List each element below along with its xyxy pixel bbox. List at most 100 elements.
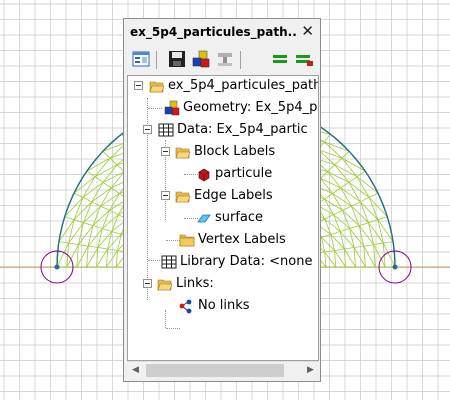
mesh-edge [356,176,370,198]
window-icon[interactable] [131,49,151,69]
tree-item-label: Block Labels [194,144,276,159]
panel-titlebar[interactable]: ex_5p4_particules_path... ✕ [124,19,320,47]
mesh-edge [109,210,119,216]
collapse-toggle[interactable] [143,279,152,288]
connector-icon[interactable] [215,49,235,69]
mesh-edge [359,201,369,223]
mesh-edge [92,225,103,229]
mesh-edge [333,210,343,216]
mesh-edge [82,176,96,198]
mesh-edge [341,151,350,159]
mesh-edge [92,210,110,226]
scroll-thumb[interactable] [146,364,284,377]
edge-label-icon [196,210,212,226]
tree-item-block-labels[interactable]: Block Labels [128,142,318,162]
mesh-edge [100,193,120,207]
mesh-edge [349,225,360,229]
mesh-edge [324,198,343,211]
collapse-toggle[interactable] [161,191,170,200]
mesh-edge [324,141,343,159]
mesh-edge [324,251,327,268]
mesh-edge [58,241,69,244]
mesh-edge [341,157,366,172]
mesh-edge [373,242,384,245]
project-browser-panel: ex_5p4_particules_path... ✕ ex_5p4_parti… [123,18,321,382]
save-icon[interactable] [167,49,187,69]
mesh-edge [324,251,337,268]
tree-item-label: surface [215,210,264,225]
mesh-edge [102,228,112,232]
tree-item-vertex-labels[interactable]: Vertex Labels [128,230,318,250]
tree-item-library-data[interactable]: Library Data: <none [128,252,318,272]
tree-item-no-links[interactable]: No links [128,296,318,316]
block-label-icon [196,166,212,182]
mesh-edge [115,250,118,268]
mesh-edge [348,182,361,203]
mesh-edge [109,193,120,211]
collapse-toggle[interactable] [161,147,170,156]
node-left [54,264,60,270]
scroll-left-icon[interactable]: ◀ [127,362,144,379]
mesh-edge [353,245,364,248]
tree-item-label: No links [198,298,250,313]
mesh-edge [106,250,118,268]
mesh-edge [334,248,345,251]
link-icon [179,298,195,314]
mesh-edge [86,247,99,268]
mesh-edge [111,231,122,235]
node-right [392,264,398,270]
toolbar-separator [156,51,157,69]
tree-item-label: Vertex Labels [198,232,286,247]
mesh-edge [368,197,379,220]
mesh-edge [332,193,352,207]
folder-closed-icon [179,232,195,248]
panel-toolbar [124,47,320,73]
mesh-edge [327,164,336,172]
mesh-edge [320,171,328,179]
panel-title: ex_5p4_particules_path... [130,25,298,39]
mesh-edge [102,164,118,183]
equal-red-icon[interactable] [294,49,314,69]
tree-item-geometry[interactable]: Geometry: Ex_5p4_p [128,98,318,118]
mesh-edge [83,201,93,223]
tree-item-edge-labels[interactable]: Edge Labels [128,186,318,206]
tree-line [166,328,180,330]
project-tree[interactable]: ex_5p4_particules_path Geometry: Ex_5p4_… [127,75,319,361]
mesh-edge [342,205,352,211]
mesh-edge [363,244,374,247]
close-icon[interactable]: ✕ [301,22,314,40]
mesh-edge [86,170,96,178]
mesh-edge [102,181,112,189]
mesh-edge [100,205,110,211]
tree-item-links[interactable]: Links: [128,274,318,294]
mesh-edge [320,178,341,189]
scroll-right-icon[interactable]: ▶ [302,362,319,379]
mesh-edge [334,250,337,268]
tree-item-surface[interactable]: surface [128,208,318,228]
tree-item-label: Library Data: <none [180,254,313,269]
tree-item-label: Edge Labels [194,188,273,203]
mesh-edge [332,187,342,194]
mesh-edge [334,250,346,268]
tree-item-data[interactable]: Data: Ex_5p4_partic [128,120,318,140]
materials-icon[interactable] [191,49,211,69]
tree-item-particule[interactable]: particule [128,164,318,184]
tree-item-label: ex_5p4_particules_path [168,78,319,93]
mesh-edge [340,187,352,207]
collapse-toggle[interactable] [143,125,152,134]
tree-item-label: particule [215,166,273,181]
toolbar-separator [240,51,241,69]
table-icon [158,122,174,138]
mesh-edge [102,151,111,159]
tree-item-root[interactable]: ex_5p4_particules_path [128,76,318,96]
collapse-toggle[interactable] [134,81,143,90]
horizontal-scrollbar[interactable]: ◀ ▶ [127,361,319,379]
folder-open-icon [175,144,191,160]
equal-green-icon[interactable] [270,49,290,69]
mesh-edge [341,157,358,177]
geometry-icon [164,100,180,116]
mesh-edge [83,205,101,223]
mesh-edge [94,176,104,183]
mesh-edge [334,164,350,183]
mesh-edge [318,149,343,159]
